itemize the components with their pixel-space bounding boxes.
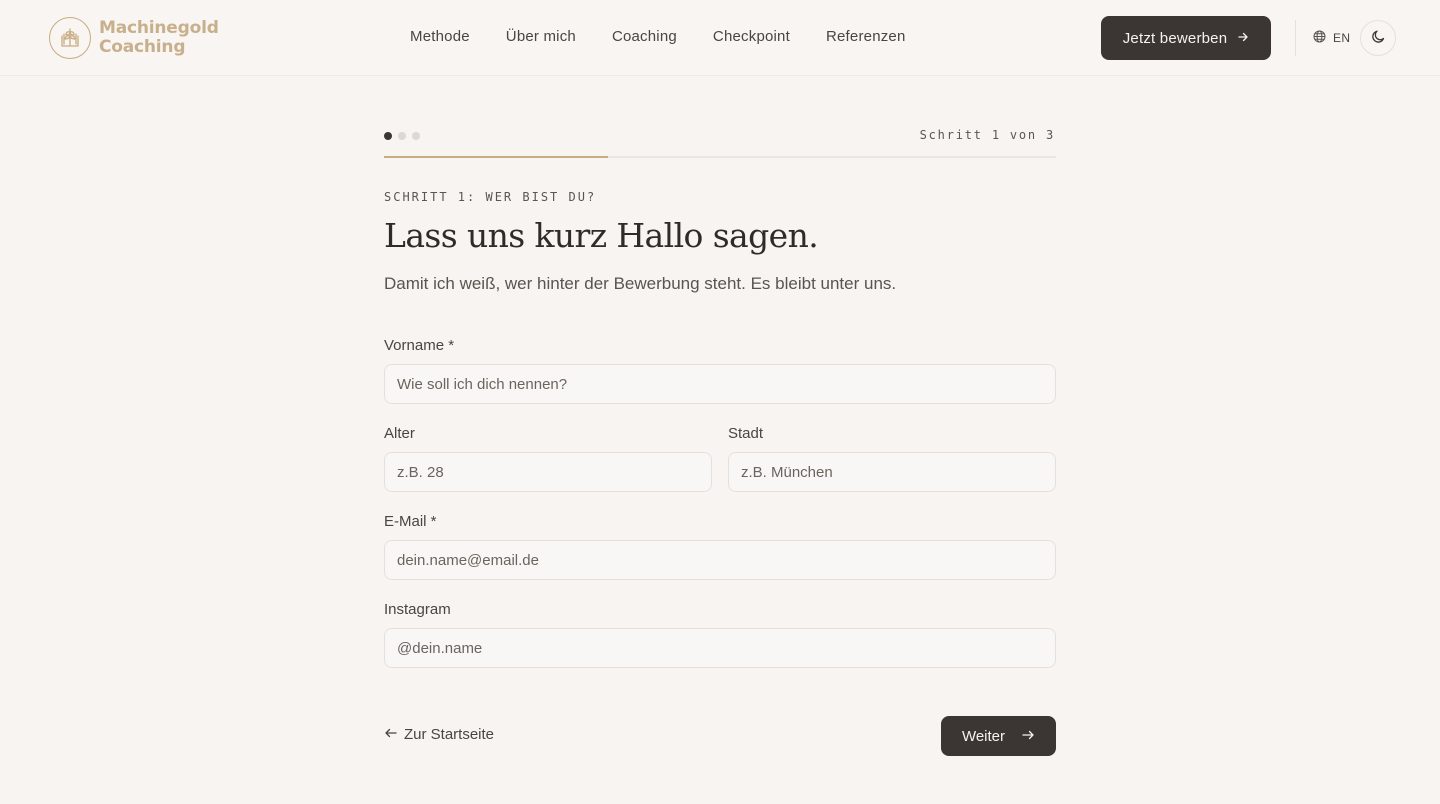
brand-name: Machinegold Coaching	[99, 19, 219, 57]
email-input[interactable]	[384, 540, 1056, 580]
first-name-label: Vorname *	[384, 337, 455, 354]
next-label: Weiter	[961, 727, 1006, 745]
nav-item-checkpoint[interactable]: Checkpoint	[713, 28, 790, 45]
step-dot-3	[412, 132, 420, 140]
first-name-input[interactable]	[384, 364, 1056, 404]
language-switch[interactable]: EN	[1313, 30, 1350, 46]
city-input[interactable]	[728, 452, 1056, 492]
step-dots	[384, 132, 420, 140]
brand-name-line2: Coaching	[99, 37, 186, 57]
age-input[interactable]	[384, 452, 712, 492]
page-subtitle: Damit ich weiß, wer hinter der Bewerbung…	[384, 274, 897, 293]
step-dot-2	[398, 132, 406, 140]
nav-item-coaching[interactable]: Coaching	[612, 28, 677, 45]
back-to-home-link[interactable]: Zur Startseite	[384, 726, 494, 743]
city-label: Stadt	[728, 425, 764, 442]
header-divider	[1295, 20, 1296, 56]
site-header: Machinegold Coaching Methode Über mich C…	[0, 0, 1440, 76]
progress-bar	[384, 156, 1056, 158]
brand-name-line1: Machinegold	[99, 18, 219, 38]
nav-item-methode[interactable]: Methode	[410, 28, 470, 45]
step-dot-1	[384, 132, 392, 140]
instagram-input[interactable]	[384, 628, 1056, 668]
back-to-home-label: Zur Startseite	[404, 726, 495, 743]
apply-now-button[interactable]: Jetzt bewerben	[1101, 16, 1271, 60]
main-nav: Methode Über mich Coaching Checkpoint Re…	[410, 28, 906, 45]
progress-bar-fill	[384, 156, 608, 158]
wheat-book-logo-icon	[49, 17, 91, 59]
step-counter: Schritt 1 von 3	[919, 128, 1055, 142]
arrow-left-icon	[384, 726, 398, 743]
next-button[interactable]: Weiter	[941, 716, 1056, 756]
email-label: E-Mail *	[384, 513, 437, 530]
brand-logo[interactable]: Machinegold Coaching	[49, 16, 219, 60]
language-label: EN	[1333, 31, 1351, 45]
moon-icon	[1371, 29, 1386, 47]
instagram-label: Instagram	[384, 601, 451, 618]
apply-now-label: Jetzt bewerben	[1122, 29, 1228, 47]
arrow-right-icon	[1021, 728, 1035, 745]
page-title: Lass uns kurz Hallo sagen.	[384, 216, 819, 255]
age-label: Alter	[384, 425, 415, 442]
step-eyebrow: SCHRITT 1: WER BIST DU?	[384, 190, 597, 204]
arrow-right-icon	[1237, 30, 1249, 47]
nav-item-ueber-mich[interactable]: Über mich	[506, 28, 576, 45]
globe-icon	[1313, 30, 1326, 46]
theme-toggle-button[interactable]	[1360, 20, 1396, 56]
nav-item-referenzen[interactable]: Referenzen	[826, 28, 906, 45]
